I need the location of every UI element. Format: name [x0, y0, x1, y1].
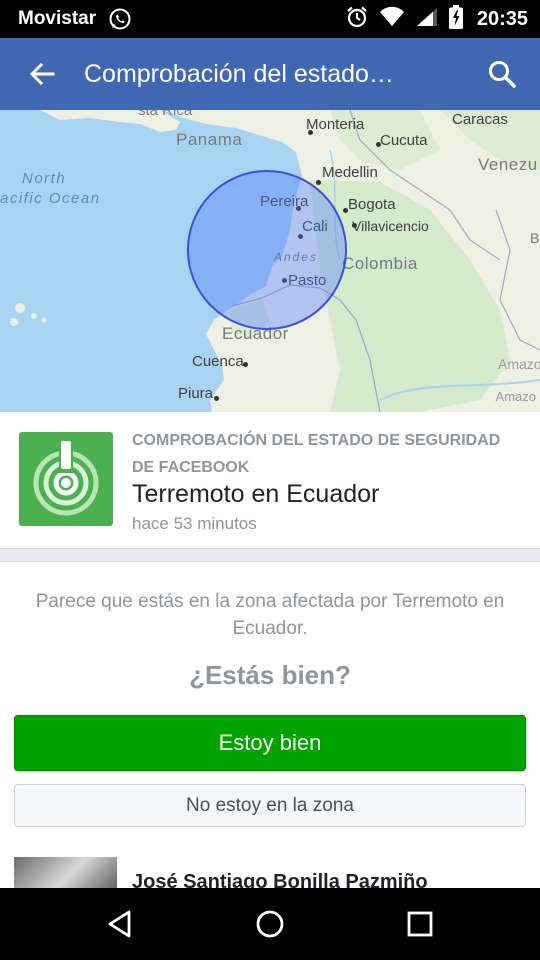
friend-list-item[interactable]: José Santiago Bonilla Pazmiño	[0, 855, 540, 888]
map-label-north: North	[22, 170, 67, 187]
map-label-amazon: Amazon	[498, 356, 540, 372]
map-label-amazon-river: Amazo	[495, 389, 536, 404]
status-icons: 20:35	[345, 4, 528, 34]
battery-icon	[448, 4, 463, 34]
affected-zone-message: Parece que estás en la zona afectada por…	[35, 591, 505, 639]
friend-name: José Santiago Bonilla Pazmiño	[132, 871, 428, 888]
are-you-ok-question: ¿Estás bien?	[189, 660, 351, 690]
map-label-piura: Piura	[178, 385, 214, 402]
search-icon	[489, 61, 516, 88]
status-bar: Movistar 20:35	[0, 0, 540, 38]
map-label-monteria: Monteria	[306, 116, 365, 133]
city-dot-monteria	[308, 130, 313, 135]
search-button[interactable]	[482, 54, 522, 94]
nav-recents-icon	[407, 911, 433, 937]
wifi-icon	[379, 6, 405, 33]
city-dot-cucuta	[376, 142, 381, 147]
city-dot-bogota	[343, 208, 348, 213]
friend-avatar	[14, 857, 117, 888]
map-label-venezuela: Venezu	[478, 155, 538, 174]
nav-home-icon	[256, 910, 284, 938]
map-label-bogota: Bogota	[348, 196, 396, 213]
map-label-caracas: Caracas	[452, 111, 508, 128]
safety-check-card: COMPROBACIÓN DEL ESTADO DE SEGURIDAD DE …	[0, 412, 540, 548]
carrier-name: Movistar	[18, 8, 97, 29]
im-safe-button[interactable]: Estoy bien	[14, 715, 526, 771]
affected-area-circle	[187, 170, 347, 330]
not-in-area-button[interactable]: No estoy en la zona	[14, 784, 526, 827]
map-label-b: B	[530, 230, 540, 246]
alarm-icon	[345, 5, 369, 34]
card-overline: COMPROBACIÓN DEL ESTADO DE SEGURIDAD DE …	[132, 432, 501, 476]
page-title: Comprobación del estado…	[84, 60, 394, 88]
system-nav-bar	[0, 888, 540, 960]
map-label-cucuta: Cucuta	[380, 132, 428, 149]
app-bar: Comprobación del estado…	[0, 38, 540, 110]
city-dot-villavicencio	[352, 223, 357, 228]
clock: 20:35	[476, 7, 528, 30]
card-title: Terremoto en Ecuador	[132, 480, 380, 508]
signal-icon	[415, 6, 439, 33]
city-dot-cuenca	[243, 362, 248, 367]
card-timestamp: hace 53 minutos	[132, 514, 257, 533]
map-label-colombia: Colombia	[342, 254, 418, 273]
map[interactable]: sta Rica Panama Monteria Cucuta Caracas …	[0, 110, 540, 412]
back-button[interactable]	[22, 56, 62, 92]
city-dot-medellin	[316, 180, 321, 185]
map-label-cuenca: Cuenca	[192, 353, 244, 370]
nav-recents-button[interactable]	[390, 900, 450, 948]
nav-home-button[interactable]	[240, 900, 300, 948]
map-label-pacific-ocean: acific Ocean	[0, 190, 101, 207]
city-dot-piura	[214, 396, 219, 401]
whatsapp-icon	[108, 7, 132, 36]
safety-check-icon	[19, 432, 113, 526]
map-label-costa-rica: sta Rica	[138, 110, 193, 119]
map-label-medellin: Medellin	[322, 164, 378, 181]
map-label-panama: Panama	[176, 130, 243, 149]
map-label-villavicencio: Villavicencio	[352, 218, 429, 234]
back-arrow-icon	[29, 62, 55, 86]
nav-back-icon	[108, 910, 131, 938]
nav-back-button[interactable]	[90, 900, 150, 948]
section-divider	[0, 548, 540, 562]
